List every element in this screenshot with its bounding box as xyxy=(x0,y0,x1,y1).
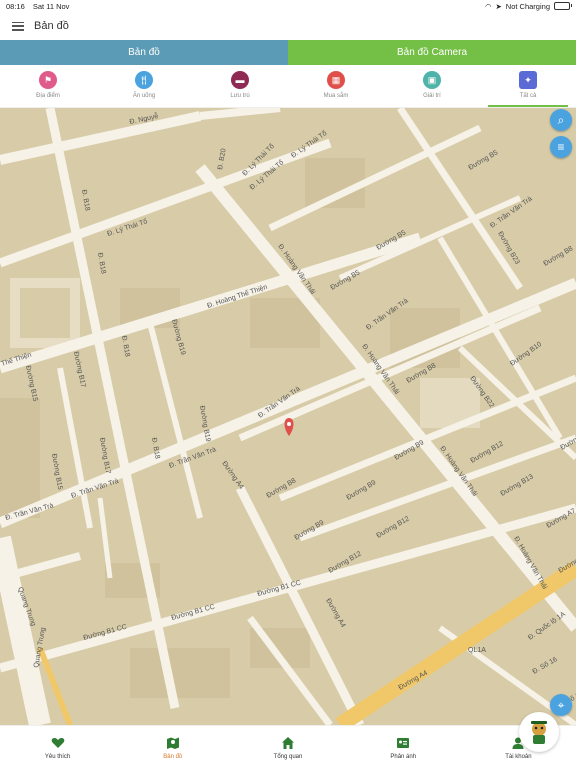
battery-icon xyxy=(554,2,570,10)
category-label: Lưu trú xyxy=(230,93,249,99)
category-food[interactable]: 🍴︎ Ăn uống xyxy=(96,65,192,107)
map-icon xyxy=(166,736,180,750)
category-label: Địa điểm xyxy=(36,93,60,99)
fork-knife-icon: 🍴︎ xyxy=(135,71,153,89)
bottom-nav: Yêu thích Bản đồ Tổng quan Phản ánh Tài … xyxy=(0,725,576,769)
page-title: Bản đồ xyxy=(34,20,69,32)
status-time: 08:16 xyxy=(6,2,25,11)
category-label: Tất cả xyxy=(520,93,537,99)
heart-icon xyxy=(51,736,65,750)
category-all[interactable]: ✦ Tất cả xyxy=(480,65,576,107)
location-pin-icon: ⌖ xyxy=(558,698,565,713)
report-icon xyxy=(396,736,410,750)
category-lodging[interactable]: ▬ Lưu trú xyxy=(192,65,288,107)
status-right: ◠ ➤ Not Charging xyxy=(485,2,570,11)
tab-camera-map[interactable]: Bản đồ Camera xyxy=(288,40,576,65)
category-label: Mua sắm xyxy=(324,93,349,99)
nav-report[interactable]: Phản ánh xyxy=(346,726,461,769)
search-icon: ⌕ xyxy=(558,113,565,128)
map-mode-tabs: Bản đồ Bản đồ Camera xyxy=(0,40,576,65)
nav-label: Yêu thích xyxy=(45,754,70,760)
all-categories-icon: ✦ xyxy=(519,71,537,89)
status-left: 08:16 Sat 11 Nov xyxy=(6,2,75,11)
nav-label: Bản đồ xyxy=(163,754,182,760)
location-arrow-icon: ➤ xyxy=(496,2,502,11)
category-entertainment[interactable]: ▣ Giải trí xyxy=(384,65,480,107)
status-date: Sat 11 Nov xyxy=(33,2,70,11)
nav-map[interactable]: Bản đồ xyxy=(115,726,230,769)
nav-label: Phản ánh xyxy=(390,754,416,760)
category-shopping[interactable]: ▦ Mua sắm xyxy=(288,65,384,107)
shop-icon: ▦ xyxy=(327,71,345,89)
status-bar: 08:16 Sat 11 Nov ◠ ➤ Not Charging xyxy=(0,0,576,12)
my-location-button[interactable]: ⌖ xyxy=(550,694,572,716)
nav-label: Tổng quan xyxy=(274,754,303,760)
category-bar: ⚑ Địa điểm 🍴︎ Ăn uống ▬ Lưu trú ▦ Mua sắ… xyxy=(0,65,576,108)
flag-icon: ⚑ xyxy=(39,71,57,89)
map-view[interactable]: Đ. Nguyễ Đ. B20 Đ. Lý Thái Tổ Đ. Lý Thái… xyxy=(0,108,576,725)
category-label: Giải trí xyxy=(423,93,441,99)
mascot-icon xyxy=(524,717,554,747)
filter-button[interactable]: ≡ xyxy=(550,136,572,158)
nav-label: Tài khoản xyxy=(505,754,531,760)
charging-status: Not Charging xyxy=(506,2,550,11)
wifi-icon: ◠ xyxy=(485,2,492,11)
bed-icon: ▬ xyxy=(231,71,249,89)
category-label: Ăn uống xyxy=(133,93,155,99)
street-label: QL1A xyxy=(468,647,486,654)
hamburger-menu-icon[interactable] xyxy=(12,22,24,31)
assistant-mascot-button[interactable] xyxy=(519,712,559,752)
ticket-icon: ▣ xyxy=(423,71,441,89)
category-places[interactable]: ⚑ Địa điểm xyxy=(0,65,96,107)
tab-map[interactable]: Bản đồ xyxy=(0,40,288,65)
app-header: Bản đồ xyxy=(0,12,576,40)
home-icon xyxy=(281,736,295,750)
search-button[interactable]: ⌕ xyxy=(550,109,572,131)
nav-overview[interactable]: Tổng quan xyxy=(230,726,345,769)
map-canvas: Đ. Nguyễ Đ. B20 Đ. Lý Thái Tổ Đ. Lý Thái… xyxy=(0,108,576,725)
filter-icon: ≡ xyxy=(557,140,564,154)
nav-favorites[interactable]: Yêu thích xyxy=(0,726,115,769)
